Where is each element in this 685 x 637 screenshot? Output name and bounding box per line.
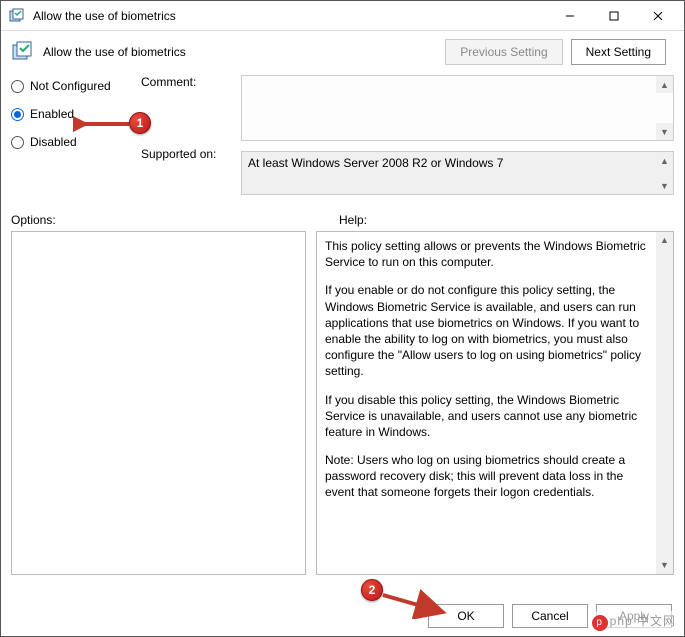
label-column: Comment: Supported on:	[141, 75, 241, 195]
radio-not-configured-label: Not Configured	[30, 79, 111, 93]
options-label: Options:	[11, 213, 309, 227]
help-paragraph: If you disable this policy setting, the …	[325, 392, 651, 441]
help-paragraph: If you enable or do not configure this p…	[325, 282, 651, 379]
comment-scrollbar[interactable]: ▲ ▼	[656, 76, 673, 140]
panes: This policy setting allows or prevents t…	[1, 231, 684, 575]
scroll-down-icon[interactable]: ▼	[656, 123, 673, 140]
radio-disabled-indicator	[11, 136, 24, 149]
radio-group: Not Configured Enabled Disabled	[11, 75, 141, 195]
radio-disabled[interactable]: Disabled	[11, 135, 141, 149]
window-buttons	[548, 2, 680, 30]
scroll-down-icon[interactable]: ▼	[656, 177, 673, 194]
supported-on-label: Supported on:	[141, 147, 241, 161]
watermark: pphp 中文网	[588, 611, 680, 632]
nav-buttons: Previous Setting Next Setting	[445, 39, 666, 65]
next-setting-button[interactable]: Next Setting	[571, 39, 666, 65]
options-pane[interactable]	[11, 231, 306, 575]
header-title: Allow the use of biometrics	[43, 45, 445, 59]
help-paragraph: Note: Users who log on using biometrics …	[325, 452, 651, 501]
radio-disabled-label: Disabled	[30, 135, 77, 149]
help-scrollbar[interactable]: ▲ ▼	[656, 232, 673, 574]
help-label: Help:	[339, 213, 674, 227]
config-area: Not Configured Enabled Disabled Comment:…	[1, 71, 684, 197]
policy-editor-window: Allow the use of biometrics Allow the us…	[0, 0, 685, 637]
previous-setting-button[interactable]: Previous Setting	[445, 39, 562, 65]
radio-enabled-label: Enabled	[30, 107, 74, 121]
radio-not-configured[interactable]: Not Configured	[11, 79, 141, 93]
scroll-up-icon[interactable]: ▲	[656, 152, 673, 169]
supported-on-value: At least Windows Server 2008 R2 or Windo…	[248, 156, 503, 170]
annotation-badge-1: 1	[129, 112, 151, 134]
scroll-down-icon[interactable]: ▼	[656, 557, 673, 574]
maximize-button[interactable]	[592, 2, 636, 30]
field-column: ▲ ▼ At least Windows Server 2008 R2 or W…	[241, 75, 674, 195]
scroll-up-icon[interactable]: ▲	[656, 232, 673, 249]
scroll-up-icon[interactable]: ▲	[656, 76, 673, 93]
supported-scrollbar[interactable]: ▲ ▼	[656, 152, 673, 194]
titlebar: Allow the use of biometrics	[1, 1, 684, 31]
window-title: Allow the use of biometrics	[33, 9, 548, 23]
help-paragraph: This policy setting allows or prevents t…	[325, 238, 651, 270]
annotation-arrow-2	[379, 589, 449, 619]
radio-not-configured-indicator	[11, 80, 24, 93]
cancel-button[interactable]: Cancel	[512, 604, 588, 628]
minimize-button[interactable]	[548, 2, 592, 30]
radio-enabled-indicator	[11, 108, 24, 121]
header-row: Allow the use of biometrics Previous Set…	[1, 31, 684, 71]
help-pane[interactable]: This policy setting allows or prevents t…	[316, 231, 674, 575]
supported-on-box: At least Windows Server 2008 R2 or Windo…	[241, 151, 674, 195]
close-button[interactable]	[636, 2, 680, 30]
section-labels: Options: Help:	[1, 197, 684, 231]
policy-icon	[11, 40, 35, 64]
annotation-badge-2: 2	[361, 579, 383, 601]
app-icon	[9, 8, 25, 24]
comment-label: Comment:	[141, 75, 241, 89]
annotation-arrow-1	[73, 114, 131, 134]
comment-input[interactable]: ▲ ▼	[241, 75, 674, 141]
